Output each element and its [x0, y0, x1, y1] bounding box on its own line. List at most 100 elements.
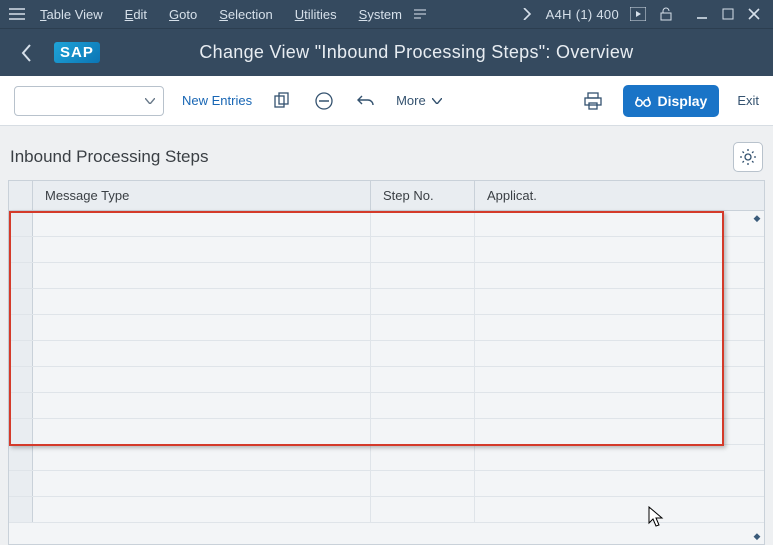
back-button[interactable] [14, 40, 40, 66]
cell-applicat[interactable] [475, 315, 764, 340]
cell-message-type[interactable] [33, 315, 371, 340]
table-row[interactable] [9, 497, 764, 523]
scroll-up-icon[interactable]: ◆ [754, 213, 761, 224]
cell-message-type[interactable] [33, 393, 371, 418]
cell-step-no[interactable] [371, 497, 475, 522]
cell-message-type[interactable] [33, 237, 371, 262]
row-selector[interactable] [9, 471, 33, 496]
display-label: Display [658, 93, 708, 109]
unlock-icon[interactable] [657, 5, 675, 23]
cell-message-type[interactable] [33, 263, 371, 288]
table-row[interactable] [9, 289, 764, 315]
cell-step-no[interactable] [371, 263, 475, 288]
cell-message-type[interactable] [33, 445, 371, 470]
print-icon[interactable] [581, 89, 605, 113]
menu-edit[interactable]: Edit [115, 5, 157, 24]
content-area: Inbound Processing Steps Message Type St… [0, 126, 773, 545]
transaction-code-input[interactable] [14, 86, 164, 116]
table-row[interactable] [9, 211, 764, 237]
menu-utilities[interactable]: Utilities [285, 5, 347, 24]
table-row[interactable] [9, 263, 764, 289]
minimize-icon[interactable] [693, 5, 711, 23]
cell-step-no[interactable] [371, 445, 475, 470]
row-selector[interactable] [9, 315, 33, 340]
cell-step-no[interactable] [371, 419, 475, 444]
cell-message-type[interactable] [33, 211, 371, 236]
cell-message-type[interactable] [33, 289, 371, 314]
display-button[interactable]: Display [623, 85, 720, 117]
cell-step-no[interactable] [371, 289, 475, 314]
table-row[interactable] [9, 393, 764, 419]
cell-message-type[interactable] [33, 419, 371, 444]
cell-message-type[interactable] [33, 471, 371, 496]
cell-step-no[interactable] [371, 471, 475, 496]
chevron-down-icon [432, 98, 442, 104]
col-header-message-type[interactable]: Message Type [33, 181, 371, 210]
sap-logo: SAP [54, 42, 100, 63]
close-icon[interactable] [745, 5, 763, 23]
table-row[interactable] [9, 315, 764, 341]
menu-table-view[interactable]: Table View [30, 5, 113, 24]
more-button[interactable]: More [396, 93, 442, 108]
menu-overflow-icon[interactable] [414, 9, 424, 19]
row-selector[interactable] [9, 211, 33, 236]
row-selector[interactable] [9, 445, 33, 470]
cell-message-type[interactable] [33, 341, 371, 366]
grid-body [9, 211, 764, 523]
exit-button[interactable]: Exit [737, 93, 759, 108]
cell-step-no[interactable] [371, 237, 475, 262]
col-header-step-no[interactable]: Step No. [371, 181, 475, 210]
cell-applicat[interactable] [475, 393, 764, 418]
menu-system[interactable]: System [349, 5, 412, 24]
gear-icon [739, 148, 757, 166]
table-row[interactable] [9, 341, 764, 367]
cell-applicat[interactable] [475, 237, 764, 262]
row-selector[interactable] [9, 367, 33, 392]
cell-message-type[interactable] [33, 497, 371, 522]
next-session-icon[interactable] [518, 5, 536, 23]
undo-icon[interactable] [354, 89, 378, 113]
table-row[interactable] [9, 367, 764, 393]
hamburger-menu-icon[interactable] [6, 8, 28, 20]
row-selector[interactable] [9, 289, 33, 314]
table-row[interactable] [9, 445, 764, 471]
maximize-icon[interactable] [719, 5, 737, 23]
cell-applicat[interactable] [475, 419, 764, 444]
menu-goto[interactable]: Goto [159, 5, 207, 24]
cell-applicat[interactable] [475, 289, 764, 314]
vertical-scrollbar[interactable]: ◆ ◆ [750, 211, 764, 544]
cell-step-no[interactable] [371, 211, 475, 236]
row-selector[interactable] [9, 263, 33, 288]
row-selector[interactable] [9, 419, 33, 444]
cell-step-no[interactable] [371, 393, 475, 418]
menu-selection[interactable]: Selection [209, 5, 282, 24]
cell-message-type[interactable] [33, 367, 371, 392]
scroll-down-icon[interactable]: ◆ [754, 531, 761, 542]
play-icon[interactable] [629, 5, 647, 23]
cell-applicat[interactable] [475, 341, 764, 366]
cell-step-no[interactable] [371, 315, 475, 340]
cell-applicat[interactable] [475, 471, 764, 496]
row-selector[interactable] [9, 497, 33, 522]
cell-applicat[interactable] [475, 211, 764, 236]
top-menubar: Table View Edit Goto Selection Utilities… [0, 0, 773, 28]
table-row[interactable] [9, 419, 764, 445]
table-row[interactable] [9, 471, 764, 497]
cell-step-no[interactable] [371, 367, 475, 392]
row-selector[interactable] [9, 237, 33, 262]
new-entries-button[interactable]: New Entries [182, 93, 252, 108]
cell-step-no[interactable] [371, 341, 475, 366]
cell-applicat[interactable] [475, 445, 764, 470]
cell-applicat[interactable] [475, 367, 764, 392]
cell-applicat[interactable] [475, 497, 764, 522]
cell-applicat[interactable] [475, 263, 764, 288]
copy-as-icon[interactable] [270, 89, 294, 113]
row-selector[interactable] [9, 393, 33, 418]
select-all-header[interactable] [9, 181, 33, 210]
row-selector[interactable] [9, 341, 33, 366]
delete-icon[interactable] [312, 89, 336, 113]
settings-button[interactable] [733, 142, 763, 172]
col-header-applicat[interactable]: Applicat. [475, 181, 764, 210]
title-bar: SAP Change View "Inbound Processing Step… [0, 28, 773, 76]
table-row[interactable] [9, 237, 764, 263]
